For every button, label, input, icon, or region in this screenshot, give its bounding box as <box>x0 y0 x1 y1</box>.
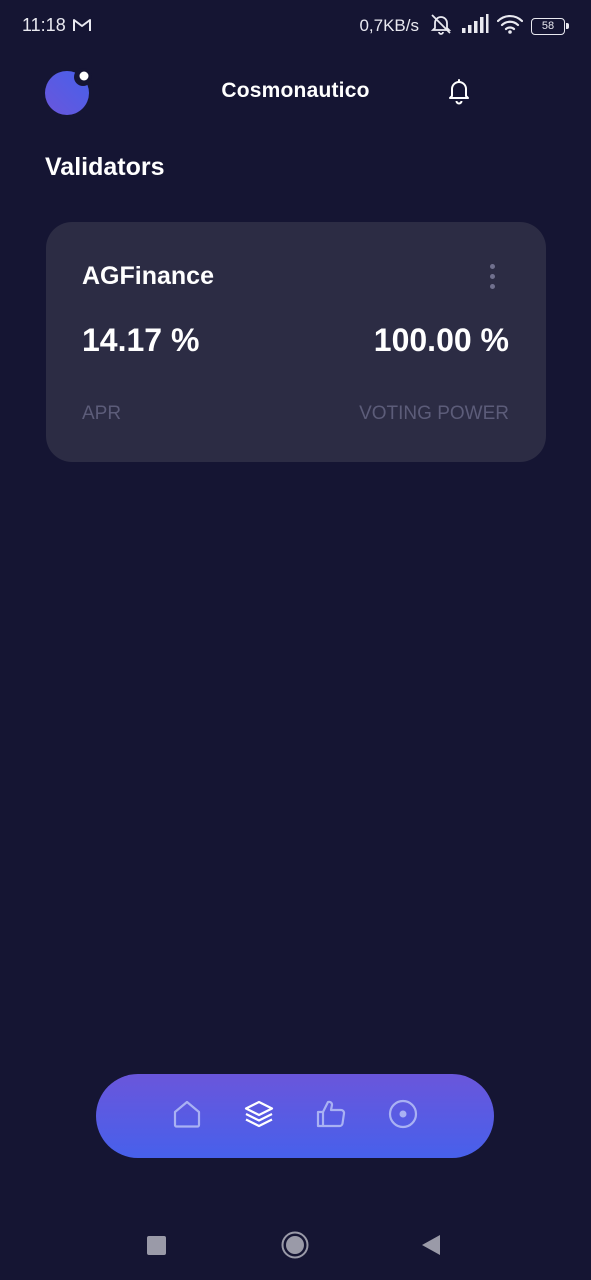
validator-name: AGFinance <box>82 262 214 290</box>
nav-governance[interactable] <box>295 1086 367 1146</box>
thumbs-up-icon <box>315 1098 347 1135</box>
back-icon[interactable] <box>421 1234 441 1261</box>
apr-value: 14.17 % <box>82 322 200 358</box>
app-header: Cosmonautico <box>0 66 591 118</box>
status-bar: 11:18 0,7KB/s 58 <box>0 0 591 52</box>
bottom-nav <box>96 1074 494 1158</box>
nav-explore[interactable] <box>367 1086 439 1146</box>
mute-icon <box>429 13 453 40</box>
page-title: Validators <box>45 153 165 181</box>
status-time: 11:18 <box>22 15 66 35</box>
recents-icon[interactable] <box>147 1236 166 1260</box>
network-speed: 0,7KB/s <box>359 16 419 35</box>
system-nav <box>0 1216 591 1272</box>
nav-home[interactable] <box>151 1086 223 1146</box>
target-icon <box>387 1098 419 1135</box>
status-indicators: 0,7KB/s 58 <box>359 13 569 40</box>
wifi-icon <box>496 14 524 39</box>
bell-icon[interactable] <box>446 77 472 105</box>
validator-card[interactable]: AGFinance 14.17 % 100.00 % APR VOTING PO… <box>46 222 546 462</box>
voting-power-value: 100.00 % <box>373 322 509 358</box>
nav-validators[interactable] <box>223 1086 295 1146</box>
home-circle-icon[interactable] <box>281 1231 309 1264</box>
app-title: Cosmonautico <box>221 79 370 102</box>
more-options-icon[interactable] <box>478 258 506 294</box>
apr-label: APR <box>82 403 122 424</box>
gmail-icon <box>72 17 92 38</box>
battery-icon: 58 <box>531 17 569 35</box>
home-icon <box>171 1098 203 1135</box>
battery-level: 58 <box>541 19 555 32</box>
voting-power-label: VOTING POWER <box>359 403 509 424</box>
signal-icon <box>461 13 489 39</box>
layers-icon <box>243 1098 275 1135</box>
